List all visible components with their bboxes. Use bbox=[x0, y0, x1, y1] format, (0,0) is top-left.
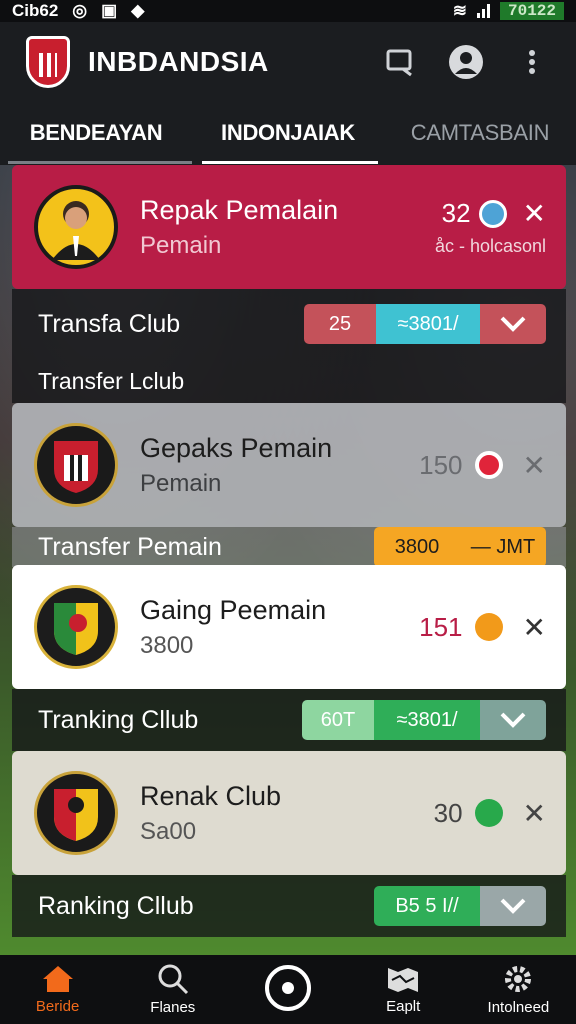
map-icon bbox=[388, 968, 419, 992]
card-score: 30 bbox=[433, 797, 463, 828]
row-label: Transfer Lclub bbox=[38, 367, 185, 394]
card-subtitle: Pemain bbox=[140, 231, 222, 259]
chevron-down-icon[interactable] bbox=[480, 700, 546, 740]
list-item[interactable]: Tranking Cllub 60T ≈3801/ bbox=[12, 689, 566, 751]
record-icon bbox=[265, 964, 311, 1011]
bottom-navigation: Beride Flanes Eaplt Intolneed bbox=[0, 955, 576, 1024]
signal-icon bbox=[476, 4, 490, 18]
status-dot-icon bbox=[474, 613, 503, 641]
club-card[interactable]: Gepaks Pemain Pemain 150 ✕ bbox=[12, 403, 566, 527]
card-title: Renak Club bbox=[140, 780, 282, 811]
card-extra: åc - holcasonl bbox=[434, 236, 546, 256]
nav-search[interactable]: Flanes bbox=[115, 955, 230, 1024]
player-card[interactable]: Repak Pemalain Pemain 32 ✕ åc - holcason… bbox=[12, 165, 566, 289]
pill-value: B5 5 I// bbox=[374, 886, 480, 926]
card-score: 32 bbox=[441, 198, 471, 228]
row-label: Transfa Club bbox=[38, 309, 181, 338]
nav-label: Intolneed bbox=[487, 999, 550, 1016]
nav-label: Flanes bbox=[150, 999, 196, 1016]
nav-label: Eaplt bbox=[386, 998, 421, 1015]
pill-value: 3800 bbox=[394, 535, 440, 558]
chevron-down-icon[interactable] bbox=[480, 304, 546, 344]
stat-pill[interactable]: 60T ≈3801/ bbox=[302, 700, 546, 740]
pill-value: 25 bbox=[304, 304, 376, 344]
club-crest-icon bbox=[34, 771, 118, 855]
app-title: INBDANDSIA bbox=[88, 46, 269, 77]
club-card[interactable]: Renak Club Sa00 30 ✕ bbox=[12, 751, 566, 875]
screenshot-icon: ▣ bbox=[101, 1, 118, 20]
pill-value-secondary: ≈3801/ bbox=[374, 700, 480, 740]
clock: 70122 bbox=[499, 2, 564, 20]
pill-value-secondary: — JMT bbox=[470, 535, 536, 558]
club-crest-icon bbox=[34, 585, 118, 669]
status-dot-icon bbox=[474, 799, 503, 827]
nav-home[interactable]: Beride bbox=[0, 955, 115, 1024]
tab-bar: BENDEAYAN INDONJAIAK CAMTASBAIN bbox=[0, 102, 576, 164]
card-score: 150 bbox=[419, 449, 463, 480]
card-score: 151 bbox=[419, 611, 463, 642]
pill-value-secondary: ≈3801/ bbox=[376, 304, 480, 344]
stat-pill[interactable]: 3800 — JMT bbox=[374, 527, 546, 567]
app-logo bbox=[26, 36, 70, 88]
more-icon[interactable] bbox=[514, 44, 550, 80]
close-icon[interactable]: ✕ bbox=[523, 797, 546, 830]
wifi-icon: ≋ bbox=[452, 1, 467, 20]
list-item[interactable]: Ranking Cllub B5 5 I// bbox=[12, 875, 566, 937]
player-avatar bbox=[34, 185, 118, 269]
stat-pill[interactable]: B5 5 I// bbox=[374, 886, 546, 926]
tab-bendeayan[interactable]: BENDEAYAN bbox=[0, 102, 192, 164]
stat-pill[interactable]: 25 ≈3801/ bbox=[304, 304, 546, 344]
tab-camtasbain[interactable]: CAMTASBAIN bbox=[384, 102, 576, 164]
chevron-down-icon[interactable] bbox=[480, 886, 546, 926]
nav-map[interactable]: Eaplt bbox=[346, 955, 461, 1024]
list-item[interactable]: Transfa Club 25 ≈3801/ bbox=[12, 289, 566, 359]
ranking-list: Repak Pemalain Pemain 32 ✕ åc - holcason… bbox=[12, 165, 566, 937]
nav-record[interactable] bbox=[230, 955, 345, 1024]
close-icon[interactable]: ✕ bbox=[523, 611, 546, 644]
list-item[interactable]: Transfer Lclub bbox=[12, 359, 566, 403]
nav-settings[interactable]: Intolneed bbox=[461, 955, 576, 1024]
pill-value: 60T bbox=[302, 700, 374, 740]
chat-icon[interactable] bbox=[382, 44, 418, 80]
club-card[interactable]: Gaing Peemain 3800 151 ✕ bbox=[12, 565, 566, 689]
status-dot-icon bbox=[474, 451, 503, 479]
status-bar: Cib62 ◎ ▣ ◆ ≋ 70122 bbox=[0, 0, 576, 22]
profile-icon[interactable] bbox=[448, 44, 484, 80]
card-title: Repak Pemalain bbox=[140, 194, 339, 225]
tab-indonjaiak[interactable]: INDONJAIAK bbox=[192, 102, 384, 164]
nav-label: Beride bbox=[35, 998, 80, 1015]
gear-icon bbox=[505, 966, 532, 992]
search-icon bbox=[158, 964, 188, 995]
list-item[interactable]: Transfer Pemain 3800 — JMT bbox=[12, 527, 566, 567]
close-icon[interactable]: ✕ bbox=[523, 197, 546, 230]
card-subtitle: Sa00 bbox=[140, 817, 197, 845]
club-crest-icon bbox=[34, 423, 118, 507]
home-icon bbox=[42, 966, 73, 992]
location-icon: ◆ bbox=[131, 1, 145, 20]
notification-icon: ◎ bbox=[72, 1, 88, 20]
status-dot-icon bbox=[478, 199, 507, 228]
card-subtitle: 3800 bbox=[140, 631, 194, 659]
app-bar: INBDANDSIA bbox=[0, 22, 576, 102]
row-label: Transfer Pemain bbox=[38, 532, 222, 561]
close-icon[interactable]: ✕ bbox=[523, 449, 546, 482]
row-label: Tranking Cllub bbox=[38, 705, 199, 734]
carrier-label: Cib62 bbox=[12, 1, 59, 20]
row-label: Ranking Cllub bbox=[38, 891, 194, 920]
card-title: Gepaks Pemain bbox=[140, 432, 333, 463]
card-title: Gaing Peemain bbox=[140, 594, 327, 625]
card-subtitle: Pemain bbox=[140, 469, 222, 497]
